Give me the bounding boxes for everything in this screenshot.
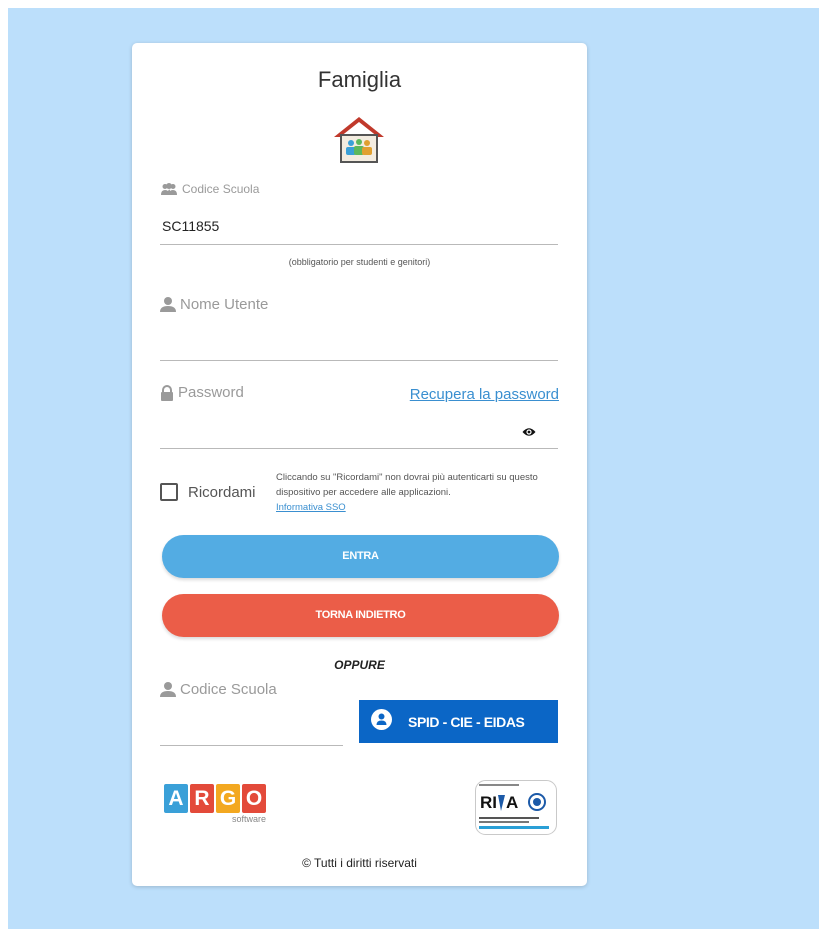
argo-letter: A bbox=[164, 784, 188, 813]
argo-logo-letters: A R G O bbox=[164, 784, 266, 813]
school-code-label: Codice Scuola bbox=[182, 182, 260, 196]
argo-logo: A R G O software bbox=[164, 784, 266, 824]
password-label-group: Password bbox=[160, 384, 244, 401]
lock-icon bbox=[160, 384, 174, 401]
svg-text:A: A bbox=[506, 793, 518, 812]
password-input[interactable] bbox=[162, 421, 512, 445]
page-background: Famiglia Codice Scuola SC11855 (obbligat… bbox=[8, 8, 819, 929]
family-house-icon bbox=[332, 115, 386, 170]
spid-school-code-label: Codice Scuola bbox=[180, 681, 277, 698]
username-label: Nome Utente bbox=[180, 296, 269, 313]
argo-letter: R bbox=[190, 784, 214, 813]
oppure-separator: OPPURE bbox=[334, 658, 385, 672]
spid-school-code-input[interactable] bbox=[162, 715, 342, 739]
remember-label: Ricordami bbox=[188, 484, 256, 501]
argo-logo-subtitle: software bbox=[231, 814, 266, 824]
sso-info-link[interactable]: Informativa SSO bbox=[276, 502, 346, 513]
argo-letter: G bbox=[216, 784, 240, 813]
show-password-eye-icon[interactable] bbox=[522, 424, 536, 442]
school-code-hint: (obbligatorio per studenti e genitori) bbox=[288, 257, 431, 267]
user-icon bbox=[160, 297, 176, 312]
argo-letter: O bbox=[242, 784, 266, 813]
remember-note-text: Cliccando su "Ricordami" non dovrai più … bbox=[276, 472, 538, 498]
password-underline bbox=[160, 448, 558, 449]
username-underline bbox=[160, 360, 558, 361]
back-button[interactable]: TORNA INDIETRO bbox=[162, 594, 559, 637]
username-input[interactable] bbox=[162, 333, 558, 357]
recover-password-link[interactable]: Recupera la password bbox=[410, 386, 559, 403]
remember-note: Cliccando su "Ricordami" non dovrai più … bbox=[276, 470, 566, 515]
school-code-input[interactable]: SC11855 bbox=[162, 218, 219, 234]
spid-button-label: SPID - CIE - EIDAS bbox=[408, 713, 525, 730]
remember-checkbox[interactable] bbox=[160, 483, 178, 501]
spid-login-button[interactable]: SPID - CIE - EIDAS bbox=[359, 700, 558, 743]
users-icon bbox=[160, 183, 178, 195]
school-code-underline bbox=[160, 244, 558, 245]
login-button[interactable]: ENTRA bbox=[162, 535, 559, 578]
footer-copyright: © Tutti i diritti riservati bbox=[302, 856, 417, 870]
spid-user-icon bbox=[371, 708, 392, 735]
school-code-label-group: Codice Scuola bbox=[160, 182, 259, 196]
username-label-group: Nome Utente bbox=[160, 296, 268, 313]
rina-certification-logo: RI A bbox=[475, 780, 557, 835]
spid-school-code-underline bbox=[160, 745, 343, 746]
svg-text:RI: RI bbox=[480, 793, 497, 812]
user-icon bbox=[160, 682, 176, 697]
page-title: Famiglia bbox=[317, 67, 402, 92]
spid-school-code-label-group: Codice Scuola bbox=[160, 681, 277, 698]
login-card: Famiglia Codice Scuola SC11855 (obbligat… bbox=[132, 43, 587, 886]
password-label: Password bbox=[178, 384, 244, 401]
